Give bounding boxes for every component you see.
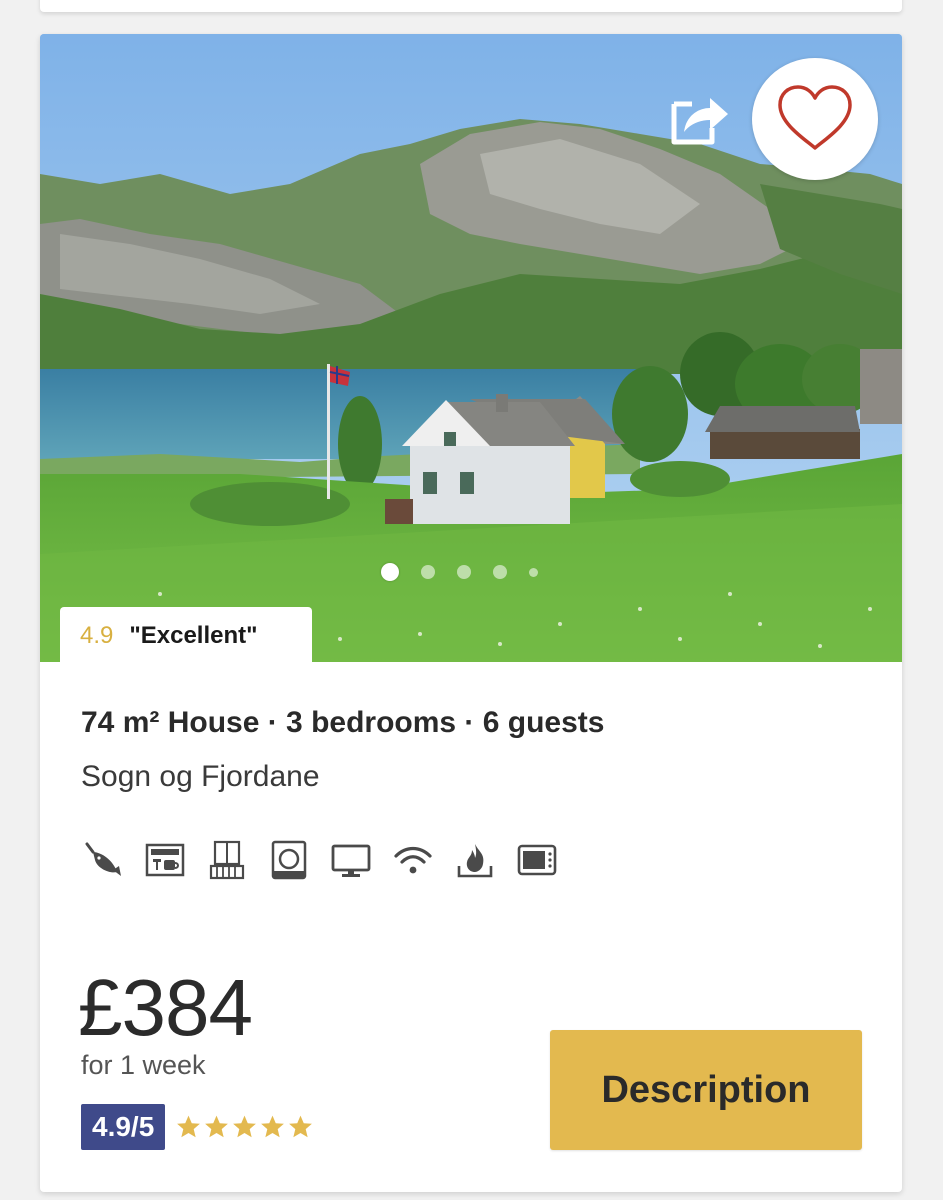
washing-machine-icon (267, 838, 311, 882)
star-icon (261, 1115, 285, 1138)
carousel-dot-4[interactable] (493, 565, 507, 579)
tv-icon (329, 838, 373, 882)
share-button[interactable] (666, 90, 732, 150)
amenities-list (81, 838, 577, 882)
fishing-icon (81, 838, 125, 882)
carousel-dot-1[interactable] (381, 563, 399, 581)
carousel-dot-3[interactable] (457, 565, 471, 579)
carousel-dot-5[interactable] (529, 567, 538, 577)
rating-badge: 4.9 "Excellent" (60, 607, 312, 662)
price: £384 (78, 963, 253, 1052)
listing-photo[interactable]: 4.9 "Excellent" (40, 34, 902, 662)
rating-score: 4.9 (80, 622, 114, 649)
kitchen-icon (143, 838, 187, 882)
price-period: for 1 week (81, 1050, 206, 1080)
listing-location: Sogn og Fjordane (81, 760, 320, 793)
balcony-icon (205, 838, 249, 882)
favorite-button[interactable] (752, 58, 878, 180)
star-icon (205, 1115, 229, 1138)
wifi-icon (391, 838, 435, 882)
carousel-dot-2[interactable] (421, 565, 435, 579)
previous-card-edge (40, 0, 902, 12)
star-icon (289, 1115, 313, 1138)
star-icon (233, 1115, 257, 1138)
review-score-badge: 4.9/5 (81, 1104, 166, 1150)
rating-verdict: "Excellent" (129, 622, 258, 649)
heart-icon (778, 85, 852, 150)
fireplace-icon (453, 838, 497, 882)
star-icon (177, 1115, 201, 1138)
star-rating (175, 1114, 314, 1140)
microwave-icon (515, 838, 559, 882)
review-summary: 4.9/5 (81, 1104, 314, 1150)
listing-title[interactable]: 74 m² House · 3 bedrooms · 6 guests (81, 706, 604, 740)
description-button[interactable]: Description (550, 1030, 862, 1150)
carousel-indicators (381, 562, 560, 582)
share-icon (671, 98, 728, 145)
listing-card[interactable]: 4.9 "Excellent" 74 m² House · 3 bedrooms… (40, 34, 902, 1192)
